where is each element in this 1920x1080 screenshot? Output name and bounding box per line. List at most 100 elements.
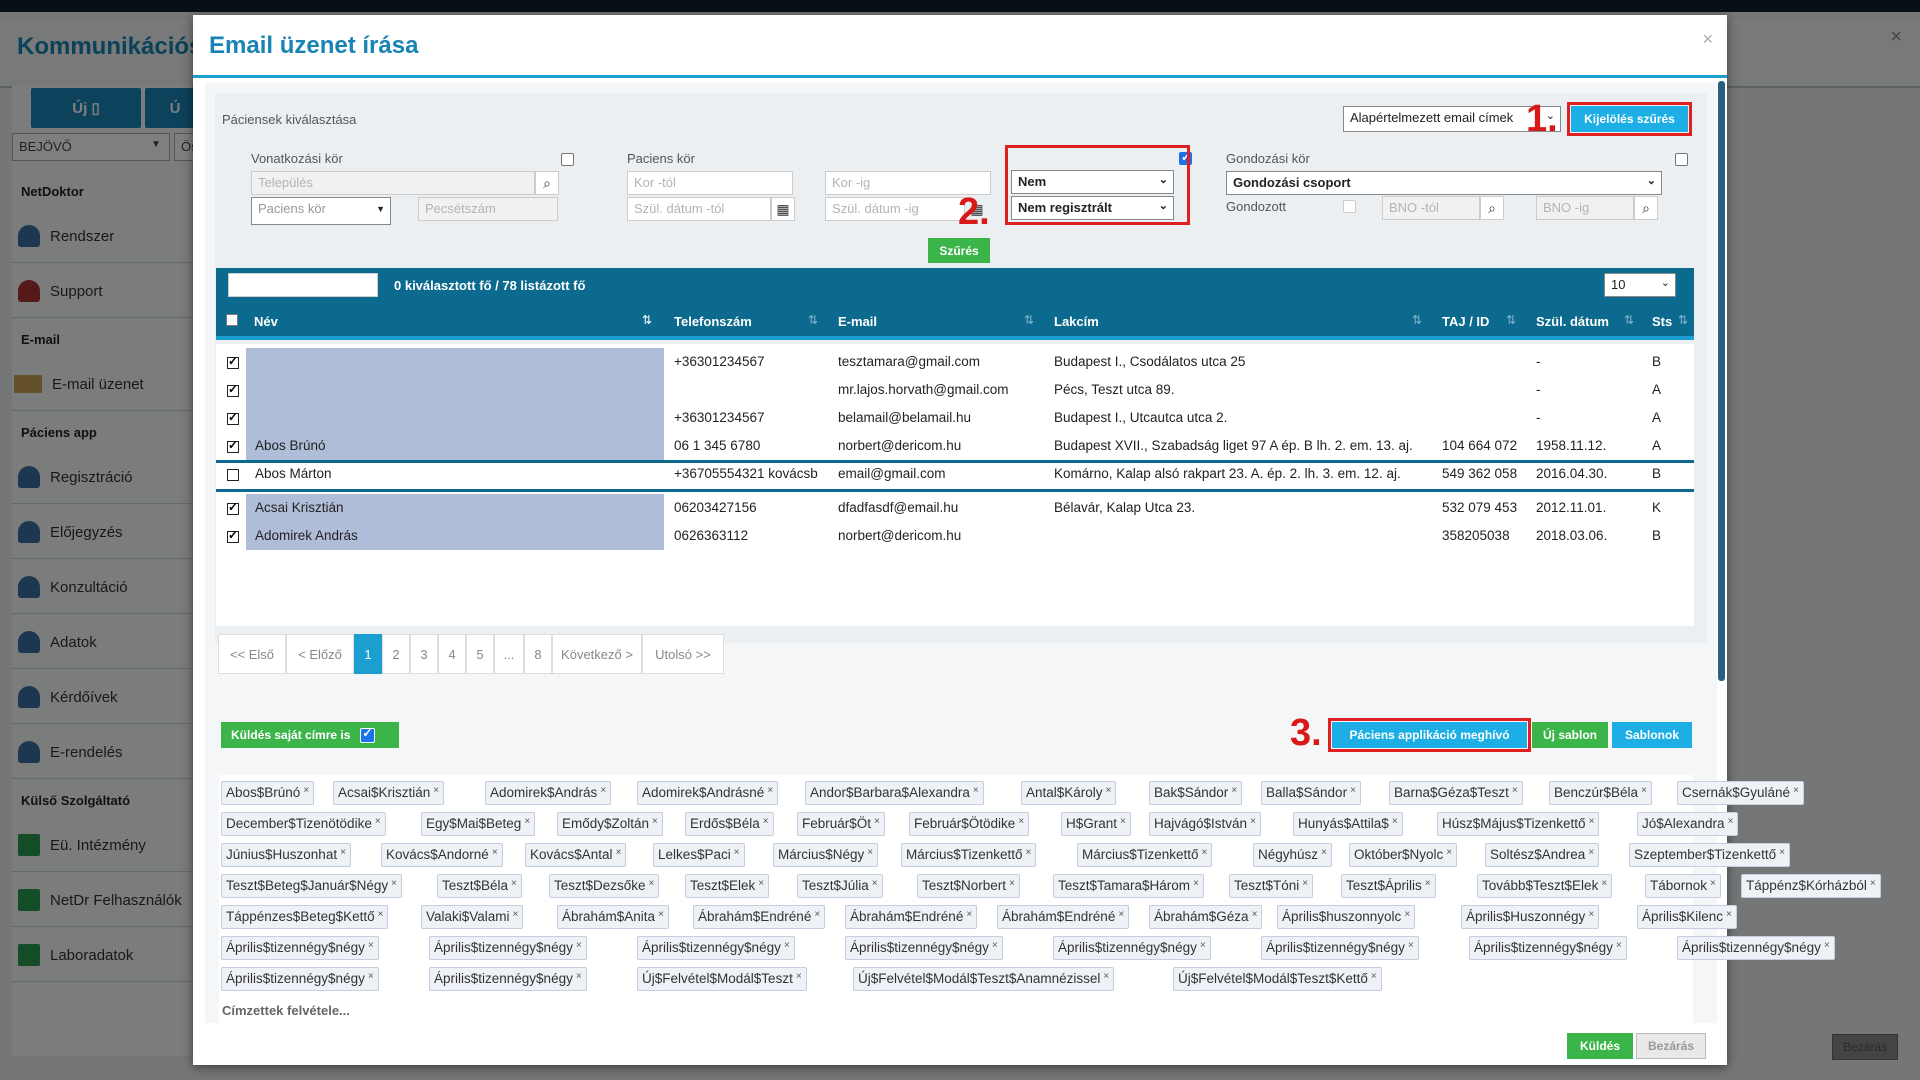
row-checkbox[interactable] (227, 354, 239, 369)
recipient-tag[interactable]: Április$tizennégy$négy × (637, 936, 795, 960)
ref-circle-checkbox[interactable] (561, 153, 574, 166)
recipient-tag[interactable]: Március$Négy × (773, 843, 879, 867)
remove-tag-icon[interactable]: × (796, 971, 802, 982)
modal-close-icon[interactable]: × (1702, 29, 1713, 50)
remove-tag-icon[interactable]: × (872, 878, 878, 889)
remove-tag-icon[interactable]: × (1512, 785, 1518, 796)
remove-tag-icon[interactable]: × (1824, 940, 1830, 951)
remove-tag-icon[interactable]: × (1616, 940, 1622, 951)
remove-tag-icon[interactable]: × (524, 816, 530, 827)
recipient-tag[interactable]: Április$tizennégy$négy × (429, 967, 587, 991)
recipient-tag[interactable]: Teszt$Április × (1341, 874, 1436, 898)
recipient-tag[interactable]: Április$tizennégy$négy × (1469, 936, 1627, 960)
remove-tag-icon[interactable]: × (576, 971, 582, 982)
recipient-tag[interactable]: Jó$Alexandra × (1637, 812, 1739, 836)
care-circle-checkbox[interactable] (1675, 153, 1688, 166)
pagination-item[interactable]: 4 (438, 634, 466, 674)
send-button[interactable]: Küldés (1567, 1033, 1633, 1059)
recipient-tag[interactable]: Adomirek$Andrásné × (637, 781, 779, 805)
recipient-tag[interactable]: Kovács$Andorné × (381, 843, 503, 867)
bno-to-search-icon[interactable]: ⌕ (1634, 196, 1658, 220)
remove-tag-icon[interactable]: × (649, 878, 655, 889)
pagination-item[interactable]: < Előző (286, 634, 354, 674)
remove-tag-icon[interactable]: × (1120, 816, 1126, 827)
remove-tag-icon[interactable]: × (966, 909, 972, 920)
recipient-tag[interactable]: Szeptember$Tizenkettő × (1629, 843, 1790, 867)
recipient-tag[interactable]: Február$Ötödike × (909, 812, 1030, 836)
recipient-tag[interactable]: Március$Tizenkettő × (901, 843, 1037, 867)
recipient-tag[interactable]: Adomirek$András × (485, 781, 612, 805)
row-checkbox[interactable] (227, 410, 239, 425)
table-row[interactable]: +36301234567 belamail@belamail.hu Budapest… (216, 404, 1694, 432)
sort-icon[interactable]: ⇅ (1624, 313, 1634, 327)
close-button[interactable]: Bezárás (1636, 1033, 1706, 1059)
calendar-icon[interactable]: ▦ (771, 197, 795, 221)
sort-icon[interactable]: ⇅ (1506, 313, 1516, 327)
remove-tag-icon[interactable]: × (303, 785, 309, 796)
remove-tag-icon[interactable]: × (973, 785, 979, 796)
recipient-tag[interactable]: Táppénz$Kórházból × (1741, 874, 1881, 898)
remove-tag-icon[interactable]: × (1641, 785, 1647, 796)
recipient-tag[interactable]: Lelkes$Paci × (653, 843, 745, 867)
remove-tag-icon[interactable]: × (1588, 847, 1594, 858)
recipient-tag[interactable]: Barna$Géza$Teszt × (1389, 781, 1523, 805)
recipient-tag[interactable]: Április$tizennégy$négy × (221, 967, 379, 991)
remove-tag-icon[interactable]: × (1193, 878, 1199, 889)
pagination-item[interactable]: 1 (354, 634, 382, 674)
remove-tag-icon[interactable]: × (513, 909, 519, 920)
sort-icon[interactable]: ⇅ (1024, 313, 1034, 327)
remove-tag-icon[interactable]: × (1103, 971, 1109, 982)
city-input[interactable]: Település (251, 171, 535, 195)
remove-tag-icon[interactable]: × (368, 940, 374, 951)
recipient-tag[interactable]: Antal$Károly × (1021, 781, 1117, 805)
bno-to-input[interactable]: BNO -ig (1536, 196, 1634, 220)
remove-tag-icon[interactable]: × (576, 940, 582, 951)
recipient-tag[interactable]: Ábrahám$Géza × (1149, 905, 1263, 929)
send-own-checkbox[interactable] (360, 726, 376, 743)
remove-tag-icon[interactable]: × (1371, 971, 1377, 982)
recipient-tag[interactable]: Andor$Barbara$Alexandra × (805, 781, 984, 805)
recipient-tag[interactable]: Április$tizennégy$négy × (845, 936, 1003, 960)
row-checkbox[interactable] (227, 438, 239, 453)
col-birth[interactable]: Szül. dátum (1536, 314, 1609, 329)
remove-tag-icon[interactable]: × (814, 909, 820, 920)
recipient-tag[interactable]: Teszt$Norbert × (917, 874, 1020, 898)
sort-icon[interactable]: ⇅ (808, 313, 818, 327)
remove-tag-icon[interactable]: × (992, 940, 998, 951)
recipient-tag[interactable]: Balla$Sándor × (1261, 781, 1361, 805)
remove-tag-icon[interactable]: × (734, 847, 740, 858)
birth-to-input[interactable]: Szül. dátum -ig (825, 197, 965, 221)
remove-tag-icon[interactable]: × (763, 816, 769, 827)
recipient-tag[interactable]: Benczúr$Béla × (1549, 781, 1652, 805)
remove-tag-icon[interactable]: × (1793, 785, 1799, 796)
remove-tag-icon[interactable]: × (1026, 847, 1032, 858)
pagination-item[interactable]: 8 (524, 634, 552, 674)
patient-circle-select[interactable]: Paciens kör ▼ (251, 197, 391, 225)
sort-icon[interactable]: ⇅ (1412, 313, 1422, 327)
pagination-item[interactable]: Következő > (552, 634, 642, 674)
remove-tag-icon[interactable]: × (1321, 847, 1327, 858)
recipient-tag[interactable]: Soltész$Andrea × (1485, 843, 1600, 867)
recipient-tag[interactable]: Hunyás$Attila$ × (1293, 812, 1403, 836)
recipient-tag[interactable]: Október$Nyolc × (1349, 843, 1458, 867)
remove-tag-icon[interactable]: × (1779, 847, 1785, 858)
remove-tag-icon[interactable]: × (600, 785, 606, 796)
recipient-tag[interactable]: Valaki$Valami × (421, 905, 524, 929)
remove-tag-icon[interactable]: × (368, 971, 374, 982)
birth-from-input[interactable]: Szül. dátum -tól (627, 197, 771, 221)
recipient-tag[interactable]: Február$Öt × (797, 812, 885, 836)
remove-tag-icon[interactable]: × (1302, 878, 1308, 889)
remove-tag-icon[interactable]: × (616, 847, 622, 858)
city-search-icon[interactable]: ⌕ (535, 171, 559, 195)
age-from-input[interactable]: Kor -tól (627, 171, 793, 195)
bno-from-search-icon[interactable]: ⌕ (1480, 196, 1504, 220)
recipient-tag[interactable]: Kovács$Antal × (525, 843, 627, 867)
cared-checkbox[interactable] (1343, 200, 1356, 213)
recipient-tag[interactable]: Négyhúsz × (1253, 843, 1332, 867)
remove-tag-icon[interactable]: × (1200, 940, 1206, 951)
remove-tag-icon[interactable]: × (1710, 878, 1716, 889)
recipient-tag[interactable]: Tábornok × (1645, 874, 1721, 898)
remove-tag-icon[interactable]: × (1404, 909, 1410, 920)
recipient-tag[interactable]: Ábrahám$Endréné × (997, 905, 1130, 929)
remove-tag-icon[interactable]: × (1728, 816, 1734, 827)
